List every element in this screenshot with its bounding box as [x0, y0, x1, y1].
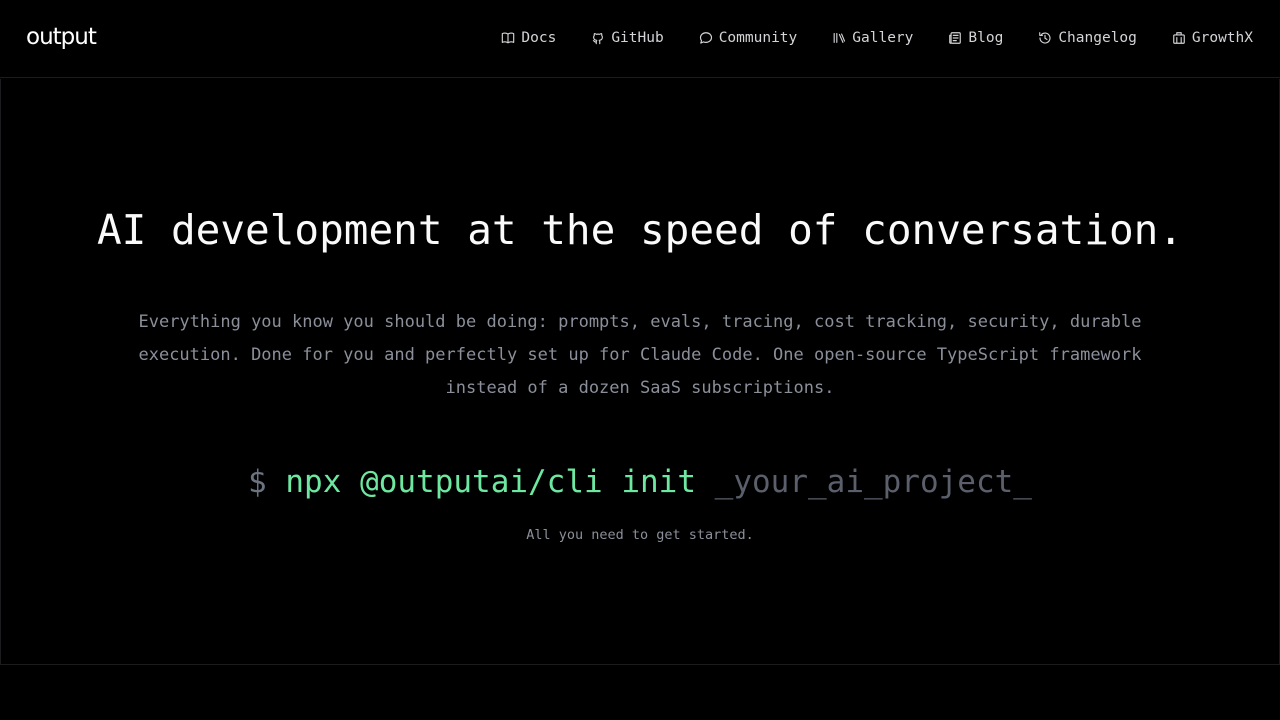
hero-headline: AI development at the speed of conversat… [96, 206, 1184, 254]
nav-link-changelog[interactable]: Changelog [1038, 28, 1137, 48]
nav-link-label: GrowthX [1191, 30, 1253, 46]
nav-link-label: Gallery [852, 30, 914, 46]
shell-prompt: $ [248, 464, 267, 500]
nav-link-blog[interactable]: Blog [948, 28, 1003, 48]
nav-link-gallery[interactable]: Gallery [832, 28, 913, 48]
library-icon [832, 31, 846, 45]
nav-link-label: GitHub [611, 30, 664, 46]
nav-link-label: Blog [968, 30, 1004, 46]
project-name-placeholder: _your_ai_project_ [714, 464, 1032, 500]
hero-subtitle: Everything you know you should be doing:… [138, 312, 1142, 398]
nav-links: Docs GitHub Community Gallery Blog Chang… [501, 28, 1253, 48]
nav-link-github[interactable]: GitHub [591, 28, 664, 48]
history-icon [1038, 31, 1052, 45]
github-icon [591, 31, 605, 45]
top-nav: output Docs GitHub Community Gallery Blo… [0, 0, 1280, 78]
newspaper-icon [948, 31, 962, 45]
book-icon [501, 31, 515, 45]
install-command[interactable]: $ npx @outputai/cli init _your_ai_projec… [1, 462, 1279, 502]
nav-link-label: Changelog [1058, 30, 1137, 46]
hero-section: AI development at the speed of conversat… [0, 79, 1280, 665]
nav-link-docs[interactable]: Docs [501, 28, 556, 48]
nav-link-label: Docs [521, 30, 557, 46]
nav-link-community[interactable]: Community [699, 28, 798, 48]
chat-bubble-icon [699, 31, 713, 45]
nav-link-growthx[interactable]: GrowthX [1172, 28, 1253, 48]
landing-page: output Docs GitHub Community Gallery Blo… [0, 0, 1280, 720]
site-logo[interactable]: output [26, 23, 97, 51]
command-caption: All you need to get started. [526, 527, 754, 543]
nav-link-label: Community [718, 30, 798, 46]
command-text: npx @outputai/cli init [285, 464, 696, 500]
building-icon [1172, 31, 1186, 45]
